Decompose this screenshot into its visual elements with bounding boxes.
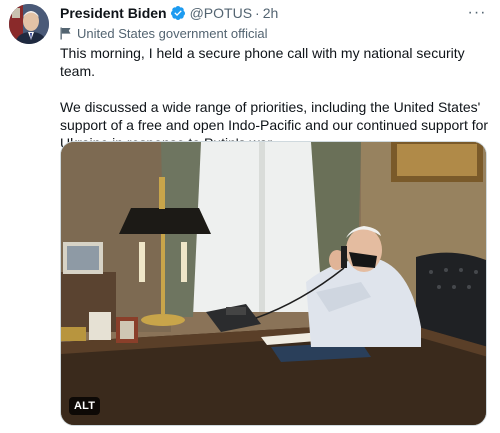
flag-icon	[60, 27, 71, 39]
avatar[interactable]	[9, 4, 49, 44]
tweet-paragraph: This morning, I held a secure phone call…	[60, 45, 465, 79]
photo-image	[61, 142, 486, 425]
alt-text-button[interactable]: ALT	[69, 397, 101, 415]
account-label[interactable]: United States government official	[60, 24, 268, 42]
tweet-timestamp[interactable]: 2h	[263, 5, 279, 21]
verified-badge-icon	[170, 6, 185, 20]
author-handle[interactable]: @POTUS	[190, 5, 252, 21]
author-name[interactable]: President Biden	[60, 5, 167, 21]
account-label-text: United States government official	[77, 25, 268, 41]
tweet-photo[interactable]: ALT	[60, 141, 487, 426]
tweet-card[interactable]: President Biden @POTUS · 2h ··· United S…	[0, 0, 500, 433]
tweet-header: President Biden @POTUS · 2h	[60, 4, 278, 22]
more-options-icon[interactable]: ···	[466, 4, 488, 22]
header-separator: ·	[255, 5, 260, 21]
avatar-image	[9, 4, 49, 44]
